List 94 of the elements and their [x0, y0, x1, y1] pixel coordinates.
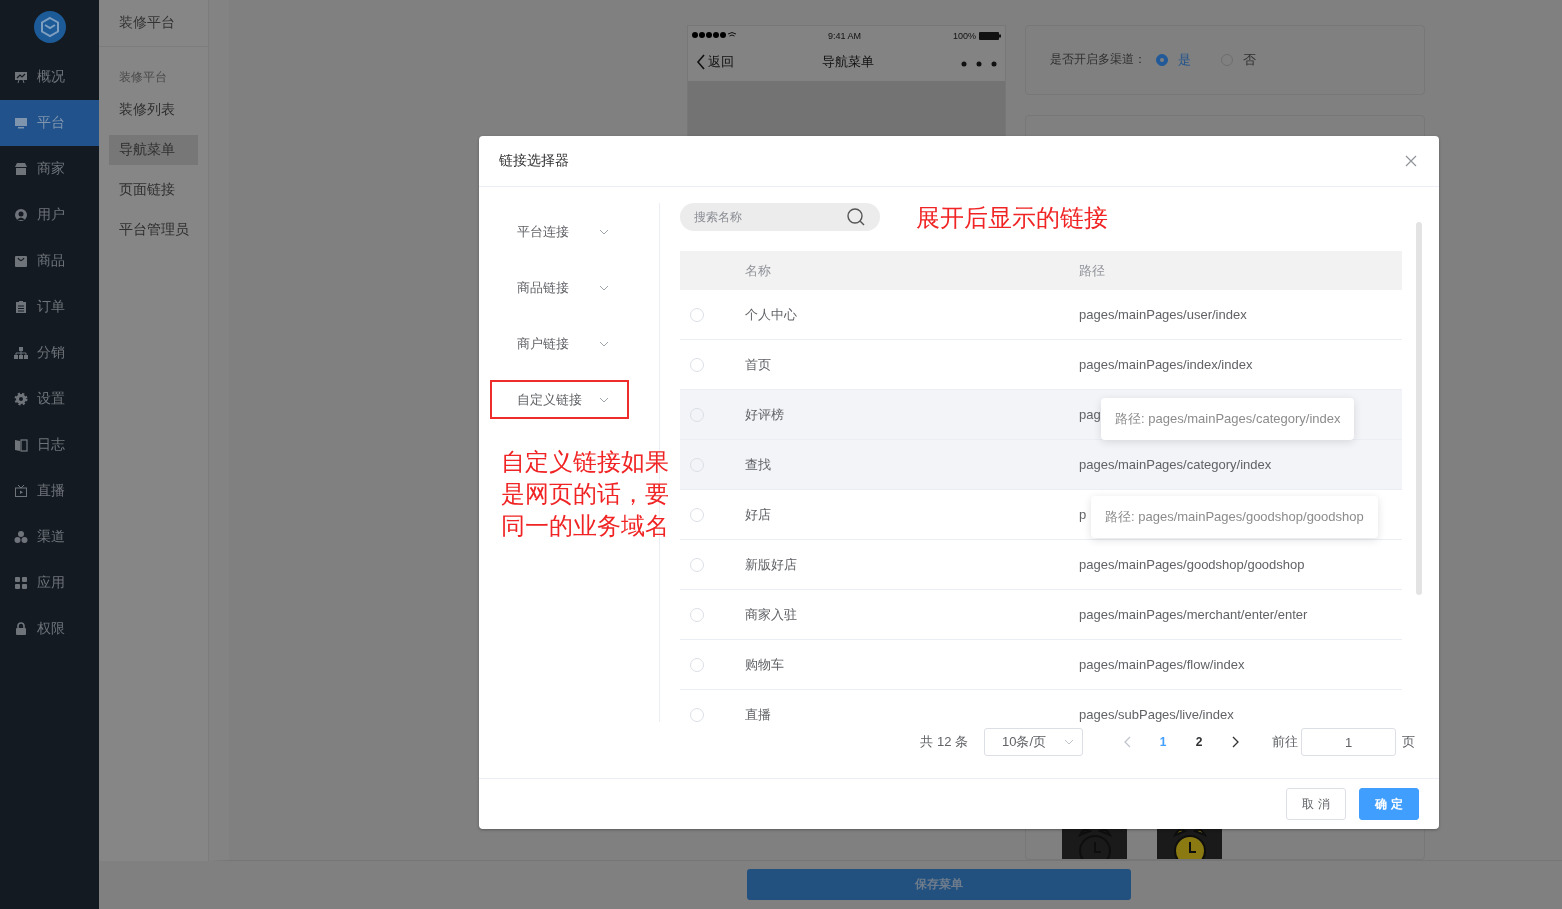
chevron-down-icon: [599, 340, 609, 347]
hierarchy-icon: [14, 346, 28, 360]
cluster-icon: [14, 530, 28, 544]
page-size-select[interactable]: 10条/页: [984, 728, 1083, 756]
cancel-button[interactable]: 取 消: [1286, 788, 1346, 820]
sidebar-item[interactable]: 设置: [0, 376, 99, 422]
table-cell: 查找: [745, 456, 771, 472]
more-icon: [961, 60, 997, 67]
clipboard-icon: [14, 300, 28, 314]
grid-icon: [14, 576, 28, 590]
table-cell: pages/mainPages/user/index: [1079, 307, 1247, 322]
column-header: 路径: [1079, 262, 1105, 278]
table-cell: pages/mainPages/index/index: [1079, 357, 1253, 372]
sidebar-item[interactable]: 渠道: [0, 514, 99, 560]
chevron-left-icon: [696, 54, 706, 70]
sidebar-item[interactable]: 概况: [0, 54, 99, 100]
sidebar-item[interactable]: 分销: [0, 330, 99, 376]
save-button[interactable]: 保存菜单: [747, 869, 1131, 900]
sidebar-item[interactable]: 商家: [0, 146, 99, 192]
confirm-button[interactable]: 确 定: [1359, 788, 1419, 820]
chart-icon: [14, 70, 28, 84]
goto-label: 前往: [1272, 733, 1298, 751]
table-cell: pag: [1079, 407, 1101, 422]
battery-icon: [979, 32, 1001, 40]
total-count: 共 12 条: [920, 733, 968, 751]
category-menu-item[interactable]: 商户链接: [490, 324, 629, 363]
table-cell: pages/mainPages/flow/index: [1079, 657, 1245, 672]
tooltip: 路径: pages/mainPages/goodshop/goodshop: [1091, 496, 1378, 538]
page-suffix: 页: [1402, 733, 1415, 751]
chevron-left-icon[interactable]: [1123, 736, 1131, 748]
logo-icon: [33, 11, 66, 43]
close-icon[interactable]: [1405, 155, 1417, 167]
chevron-down-icon: [599, 228, 609, 235]
scrollbar[interactable]: [1416, 222, 1422, 595]
sidebar-item[interactable]: 订单: [0, 284, 99, 330]
chevron-down-icon: [599, 396, 609, 403]
page-number[interactable]: 2: [1181, 734, 1217, 750]
table-cell: pages/mainPages/goodshop/goodshop: [1079, 557, 1305, 572]
dialog-title: 链接选择器: [499, 152, 569, 170]
tv-icon: [14, 484, 28, 498]
annotation-text: 展开后显示的链接: [916, 203, 1108, 233]
sidebar-item[interactable]: 用户: [0, 192, 99, 238]
tooltip: 路径: pages/mainPages/category/index: [1101, 398, 1355, 440]
status-time: 9:41 AM: [827, 31, 861, 41]
submenu-title: 装修平台: [99, 0, 208, 47]
signal-icon: [692, 31, 736, 39]
search-field[interactable]: 搜索名称: [680, 203, 880, 231]
table-cell: 个人中心: [745, 306, 797, 322]
chevron-right-icon[interactable]: [1231, 736, 1239, 748]
table-cell: 购物车: [745, 656, 784, 672]
category-menu-item[interactable]: 平台连接: [490, 212, 629, 251]
submenu-item[interactable]: 平台管理员: [109, 215, 198, 245]
battery-level: 100%: [952, 31, 976, 41]
column-header: 名称: [745, 262, 771, 278]
radio-option[interactable]: 否: [1221, 50, 1256, 69]
back-link[interactable]: 返回: [708, 53, 734, 71]
table-cell: pages/subPages/live/index: [1079, 707, 1234, 722]
bag-icon: [14, 254, 28, 268]
submenu-item[interactable]: 装修列表: [109, 95, 198, 125]
table-cell: 直播: [745, 706, 771, 722]
field-label: 是否开启多渠道：: [1050, 51, 1146, 69]
chevron-down-icon: [1064, 739, 1074, 745]
page-input[interactable]: 1: [1301, 728, 1396, 756]
page-number[interactable]: 1: [1145, 734, 1181, 750]
sidebar-item[interactable]: 商品: [0, 238, 99, 284]
settings-icon: [14, 392, 28, 406]
monitor-icon: [14, 116, 28, 130]
radio-option[interactable]: 是: [1156, 50, 1191, 69]
category-menu-item[interactable]: 自定义链接: [490, 380, 629, 419]
page-title: 导航菜单: [821, 53, 874, 71]
sidebar-item[interactable]: 平台: [0, 100, 99, 146]
table-cell: pages/mainPages/category/index: [1079, 457, 1272, 472]
lock-icon: [14, 622, 28, 636]
search-icon: [846, 207, 866, 227]
store-icon: [14, 162, 28, 176]
sidebar-item[interactable]: 权限: [0, 606, 99, 652]
table-cell: 新版好店: [745, 556, 797, 572]
category-menu-item[interactable]: 商品链接: [490, 268, 629, 307]
table-cell: 好店: [745, 506, 771, 522]
user-icon: [14, 208, 28, 222]
sidebar-item[interactable]: 应用: [0, 560, 99, 606]
book-icon: [14, 438, 28, 452]
table-cell: 首页: [745, 356, 771, 372]
chevron-down-icon: [599, 284, 609, 291]
radio-button[interactable]: [1156, 53, 1168, 66]
table-cell: 商家入驻: [745, 606, 797, 622]
sidebar-item[interactable]: 直播: [0, 468, 99, 514]
table-cell: 好评榜: [745, 406, 784, 422]
table-cell: p: [1079, 507, 1087, 522]
submenu-item[interactable]: 页面链接: [109, 175, 198, 205]
submenu-item[interactable]: 导航菜单: [109, 135, 198, 165]
sidebar-item[interactable]: 日志: [0, 422, 99, 468]
table-cell: pages/mainPages/merchant/enter/enter: [1079, 607, 1308, 622]
annotation-text: 自定义链接如果是网页的话，要同一的业务域名: [501, 447, 670, 541]
